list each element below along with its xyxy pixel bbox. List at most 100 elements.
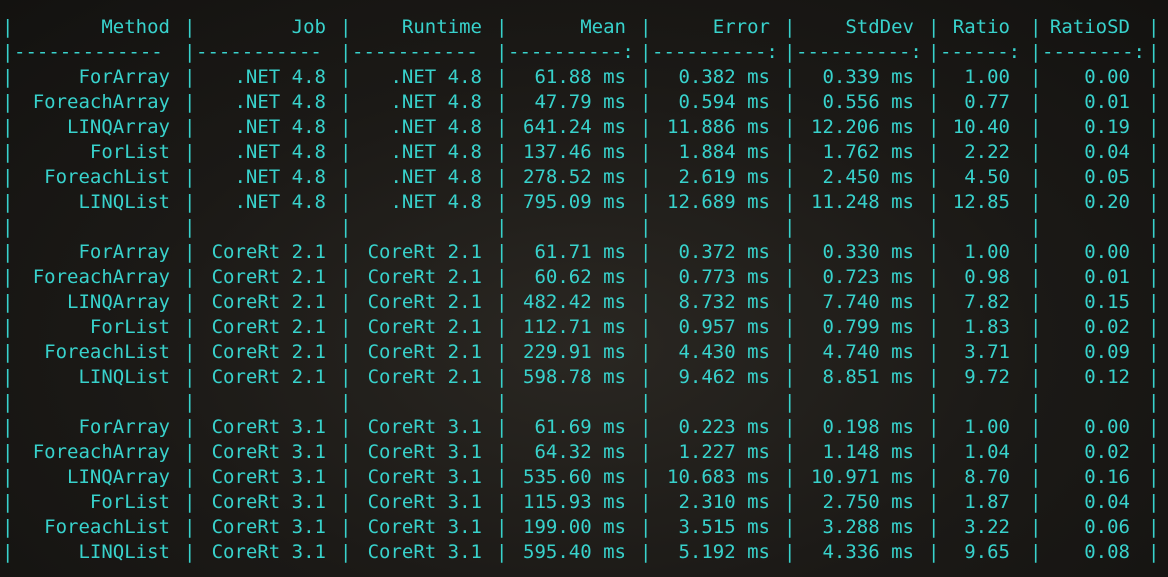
column-divider: |	[1030, 491, 1042, 513]
cell-runtime: CoreRt 3.1	[367, 441, 482, 463]
column-divider: |	[928, 66, 940, 88]
cell-mean: 61.71 ms	[534, 241, 626, 263]
separator-method: -------------	[14, 41, 163, 63]
cell-ratiosd: 0.16	[1084, 466, 1130, 488]
cell-method: LINQArray	[67, 291, 170, 313]
cell-stddev: 11.248 ms	[811, 191, 914, 213]
column-divider: |	[340, 191, 352, 213]
column-divider: |	[184, 366, 196, 388]
column-divider: |	[1030, 66, 1042, 88]
table-row: | | | | | | | | | ForList CoreRt 2.1 CoreRt 2.1 112.…	[0, 315, 1168, 340]
cell-method: ForeachArray	[32, 91, 170, 113]
column-divider: |	[496, 91, 508, 113]
column-divider: |	[1148, 441, 1160, 463]
cell-stddev: 2.750 ms	[822, 491, 914, 513]
cell-runtime: .NET 4.8	[390, 166, 482, 188]
column-divider: |	[340, 416, 352, 438]
cell-ratio: 12.85	[952, 191, 1010, 213]
column-divider: |	[184, 466, 196, 488]
table-separator-row: | | | | | | | | | ------------- ----------- -------…	[0, 40, 1168, 65]
column-divider: |	[928, 416, 940, 438]
column-divider: |	[784, 441, 796, 463]
column-divider: |	[1148, 116, 1160, 138]
column-divider: |	[496, 316, 508, 338]
cell-ratiosd: 0.20	[1084, 191, 1130, 213]
column-divider: |	[1148, 466, 1160, 488]
cell-ratio: 3.22	[964, 516, 1010, 538]
cell-job: CoreRt 3.1	[211, 516, 326, 538]
column-divider: |	[784, 191, 796, 213]
cell-job: CoreRt 3.1	[211, 491, 326, 513]
column-divider: |	[640, 191, 652, 213]
cell-mean: 199.00 ms	[523, 516, 626, 538]
column-divider: |	[184, 16, 196, 38]
column-divider: |	[184, 191, 196, 213]
column-divider: |	[340, 541, 352, 563]
cell-mean: 64.32 ms	[534, 441, 626, 463]
column-header-method: Method	[101, 16, 170, 38]
cell-error: 4.430 ms	[678, 341, 770, 363]
cell-method: ForeachArray	[32, 266, 170, 288]
column-divider: |	[496, 16, 508, 38]
cell-stddev: 7.740 ms	[822, 291, 914, 313]
column-divider: |	[928, 216, 940, 238]
cell-method: ForArray	[78, 241, 170, 263]
cell-stddev: 0.198 ms	[822, 416, 914, 438]
column-divider: |	[640, 166, 652, 188]
cell-method: ForList	[89, 491, 170, 513]
column-divider: |	[1148, 266, 1160, 288]
column-divider: |	[784, 491, 796, 513]
column-divider: |	[928, 116, 940, 138]
table-header-row: | | | | | | | | | Method Job Runtime Mean Error StdDev…	[0, 15, 1168, 40]
column-divider: |	[340, 391, 352, 413]
column-divider: |	[496, 141, 508, 163]
separator-runtime: -----------	[352, 41, 478, 63]
column-divider: |	[184, 216, 196, 238]
column-divider: |	[2, 341, 14, 363]
cell-ratiosd: 0.04	[1084, 141, 1130, 163]
column-divider: |	[1030, 466, 1042, 488]
column-divider: |	[640, 41, 652, 63]
column-divider: |	[1148, 491, 1160, 513]
column-divider: |	[784, 291, 796, 313]
table-row: | | | | | | | | | LINQArray CoreRt 3.1 CoreRt 3.1 53…	[0, 465, 1168, 490]
column-divider: |	[496, 41, 508, 63]
table-row: | | | | | | | | | ForArray .NET 4.8 .NET 4.8 61.88 m…	[0, 65, 1168, 90]
cell-ratio: 3.71	[964, 341, 1010, 363]
column-divider: |	[184, 166, 196, 188]
cell-method: ForList	[89, 316, 170, 338]
cell-mean: 795.09 ms	[523, 191, 626, 213]
column-divider: |	[928, 516, 940, 538]
column-divider: |	[640, 416, 652, 438]
cell-runtime: .NET 4.8	[390, 66, 482, 88]
cell-ratio: 0.98	[964, 266, 1010, 288]
cell-error: 0.372 ms	[678, 241, 770, 263]
cell-mean: 137.46 ms	[523, 141, 626, 163]
column-divider: |	[2, 441, 14, 463]
column-divider: |	[784, 541, 796, 563]
column-divider: |	[2, 91, 14, 113]
column-divider: |	[496, 291, 508, 313]
cell-ratiosd: 0.02	[1084, 441, 1130, 463]
column-divider: |	[1030, 391, 1042, 413]
cell-mean: 61.88 ms	[534, 66, 626, 88]
cell-method: ForeachList	[44, 341, 170, 363]
cell-ratiosd: 0.19	[1084, 116, 1130, 138]
cell-runtime: CoreRt 3.1	[367, 491, 482, 513]
column-divider: |	[1030, 316, 1042, 338]
column-divider: |	[1030, 291, 1042, 313]
column-divider: |	[1030, 141, 1042, 163]
separator-job: -----------	[196, 41, 322, 63]
cell-ratiosd: 0.01	[1084, 91, 1130, 113]
column-divider: |	[1148, 541, 1160, 563]
table-row: | | | | | | | | | ForeachArray CoreRt 2.1 CoreRt 2.…	[0, 265, 1168, 290]
table-row: | | | | | | | | | ForArray CoreRt 3.1 CoreRt 3.1 61.…	[0, 415, 1168, 440]
cell-method: LINQArray	[67, 116, 170, 138]
column-divider: |	[1148, 141, 1160, 163]
cell-ratio: 0.77	[964, 91, 1010, 113]
cell-ratiosd: 0.00	[1084, 416, 1130, 438]
column-divider: |	[928, 266, 940, 288]
column-divider: |	[496, 416, 508, 438]
terminal-window[interactable]: | | | | | | | | | Method Job Runtime Mean Error StdDev…	[0, 0, 1168, 577]
cell-job: CoreRt 2.1	[211, 366, 326, 388]
